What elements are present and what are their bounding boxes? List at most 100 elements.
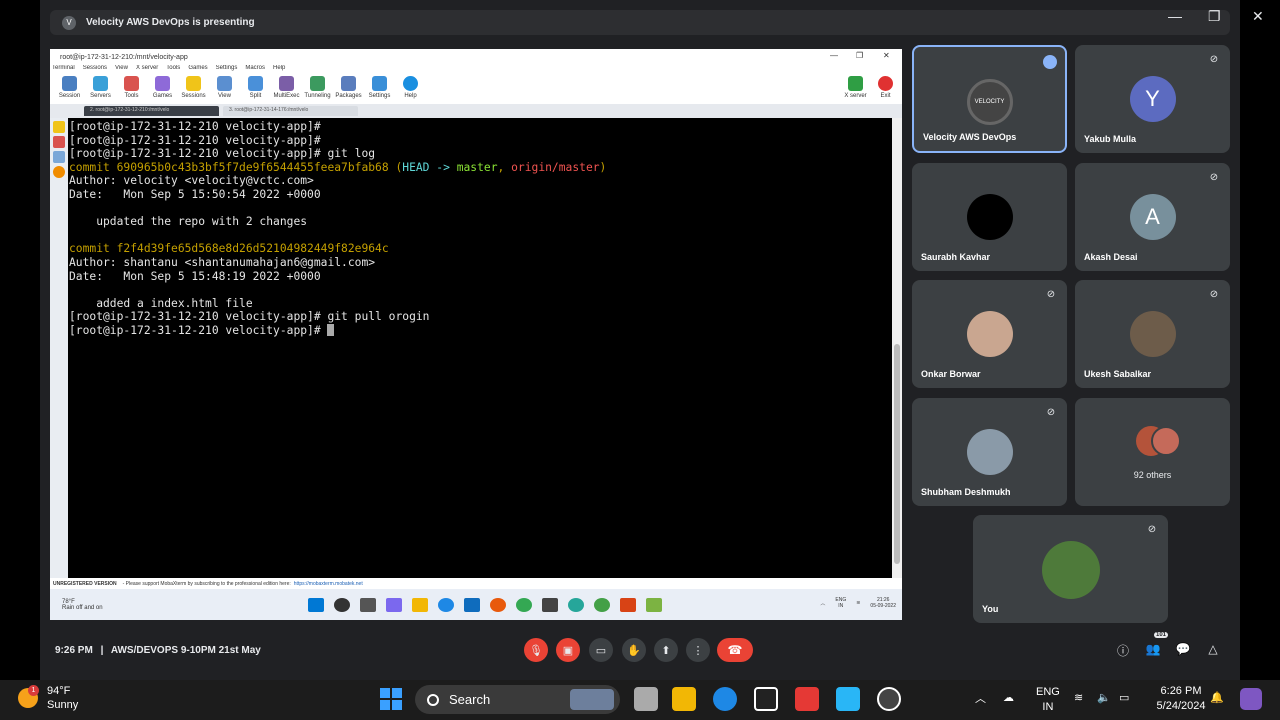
toolbar-multiexec[interactable]: MultiExec	[271, 74, 302, 104]
file-explorer-icon[interactable]	[672, 687, 696, 711]
chrome-icon[interactable]	[594, 597, 610, 612]
scrollbar-thumb[interactable]	[894, 344, 900, 564]
terminal-line: added a index.html file	[69, 296, 253, 310]
inner-language[interactable]: ENG IN	[835, 597, 846, 609]
send-icon[interactable]	[53, 151, 65, 163]
terminal-line: [root@ip-172-31-12-210 velocity-app]#	[69, 133, 321, 147]
weather-widget[interactable]: 1 94°F Sunny	[18, 684, 78, 712]
notepad-icon[interactable]	[836, 687, 860, 711]
edge-icon[interactable]	[713, 687, 737, 711]
captions-button[interactable]: ▭	[589, 638, 613, 662]
others-tile[interactable]: 92 others	[1075, 398, 1230, 506]
taskbar-search[interactable]: Search	[415, 685, 620, 714]
moba-close-icon[interactable]: ✕	[883, 51, 890, 60]
teams-icon[interactable]	[386, 597, 402, 612]
app-icon[interactable]	[646, 597, 662, 612]
participant-tile[interactable]: VELOCITY Velocity AWS DevOps	[912, 45, 1067, 153]
toolbar-sessions[interactable]: Sessions	[178, 74, 209, 104]
participant-tile[interactable]: ⊘ Ukesh Sabalkar	[1075, 280, 1230, 388]
people-button[interactable]: 👥	[1145, 642, 1161, 656]
participant-tile[interactable]: ⊘ Onkar Borwar	[912, 280, 1067, 388]
toolbar-servers[interactable]: Servers	[85, 74, 116, 104]
self-tile[interactable]: ⊘ You	[973, 515, 1168, 623]
participant-tile[interactable]: ⊘ Shubham Deshmukh	[912, 398, 1067, 506]
star-icon[interactable]	[53, 121, 65, 133]
end-call-button[interactable]: ☎	[717, 638, 753, 662]
wifi-icon[interactable]: ≋	[856, 600, 860, 606]
toolbar-xserver[interactable]: X server	[840, 74, 871, 99]
moba-maximize-icon[interactable]: ❐	[856, 51, 863, 60]
terminal-scrollbar[interactable]	[892, 118, 902, 578]
toolbar-exit[interactable]: Exit	[870, 74, 901, 99]
toolbar-tools[interactable]: Tools	[116, 74, 147, 104]
raise-hand-button[interactable]: ✋	[622, 638, 646, 662]
cloud-icon[interactable]: ☁	[1003, 691, 1014, 704]
menu-terminal[interactable]: Terminal	[52, 65, 75, 74]
info-button[interactable]: ⓘ	[1115, 642, 1131, 659]
toolbar-view[interactable]: View	[209, 74, 240, 104]
clock-time: 6:26 PM	[1160, 685, 1202, 697]
menu-games[interactable]: Games	[188, 65, 207, 74]
task-view-icon[interactable]	[360, 597, 376, 612]
battery-icon[interactable]: ▭	[1119, 691, 1129, 704]
firefox-icon[interactable]	[490, 597, 506, 612]
commit-hash: commit 690965b0c43b3bf5f7de9f6544455feea…	[69, 160, 389, 174]
toolbar-packages[interactable]: Packages	[333, 74, 364, 104]
camera-off-button[interactable]: ▣	[556, 638, 580, 662]
participant-tile[interactable]: Saurabh Kavhar	[912, 163, 1067, 271]
chevron-up-icon[interactable]: ︿	[820, 600, 825, 607]
wifi-icon[interactable]: ≋	[1074, 691, 1083, 704]
moba-minimize-icon[interactable]: —	[830, 51, 838, 60]
toolbar-games[interactable]: Games	[147, 74, 178, 104]
search-icon[interactable]	[334, 597, 350, 612]
present-button[interactable]: ⬆	[654, 638, 678, 662]
menu-settings[interactable]: Settings	[216, 65, 238, 74]
more-options-button[interactable]: ⋮	[686, 638, 710, 662]
menu-macros[interactable]: Macros	[245, 65, 265, 74]
chrome-icon[interactable]	[516, 597, 532, 612]
terminal-app-icon[interactable]	[754, 687, 778, 711]
minimize-icon[interactable]: —	[1168, 8, 1182, 24]
windows-start-icon[interactable]	[308, 597, 324, 612]
gear-icon	[372, 76, 387, 91]
task-view-icon[interactable]	[634, 687, 658, 711]
windows-start-icon[interactable]	[380, 688, 402, 710]
mic-off-button[interactable]: 🎙	[524, 638, 548, 662]
toolbar-tunneling[interactable]: Tunneling	[302, 74, 333, 104]
activities-button[interactable]: △	[1205, 642, 1221, 656]
macro-icon[interactable]	[53, 166, 65, 178]
menu-xserver[interactable]: X server	[136, 65, 158, 74]
mobaxterm-icon[interactable]	[542, 597, 558, 612]
menu-view[interactable]: View	[115, 65, 128, 74]
copilot-icon[interactable]	[1240, 688, 1262, 710]
store-icon[interactable]	[795, 687, 819, 711]
powerpoint-icon[interactable]	[620, 597, 636, 612]
menu-help[interactable]: Help	[273, 65, 285, 74]
toolbar-split[interactable]: Split	[240, 74, 271, 104]
taskbar-clock[interactable]: 6:26 PM 5/24/2024	[1150, 684, 1212, 714]
chat-button[interactable]: 💬	[1175, 642, 1191, 656]
participant-tile[interactable]: Y ⊘ Yakub Mulla	[1075, 45, 1230, 153]
participant-tile[interactable]: A ⊘ Akash Desai	[1075, 163, 1230, 271]
volume-icon[interactable]: 🔈	[1097, 691, 1111, 704]
tab-session-3[interactable]: 3. root@ip-172-31-14-176:/mnt/velo	[223, 106, 358, 116]
language-indicator[interactable]: ENG IN	[1036, 685, 1060, 715]
restore-icon[interactable]: ❐	[1208, 8, 1221, 25]
tab-session-2[interactable]: 2. root@ip-172-31-12-210:/mnt/velo	[84, 106, 219, 116]
toolbar-help[interactable]: Help	[395, 74, 426, 104]
notification-bell-icon[interactable]: 🔔	[1210, 691, 1224, 704]
toolbar-settings[interactable]: Settings	[364, 74, 395, 104]
folder-icon[interactable]	[412, 597, 428, 612]
close-icon[interactable]: ✕	[1252, 8, 1264, 25]
terminal-output[interactable]: [root@ip-172-31-12-210 velocity-app]# [ro…	[68, 118, 892, 578]
unregistered-link[interactable]: https://mobaxterm.mobatek.net	[294, 581, 363, 587]
edge-icon[interactable]	[438, 597, 454, 612]
store-icon[interactable]	[464, 597, 480, 612]
toolbar-session[interactable]: Session	[54, 74, 85, 104]
app-icon[interactable]	[568, 597, 584, 612]
chevron-up-icon[interactable]: ︿	[975, 690, 986, 706]
tools-icon[interactable]	[53, 136, 65, 148]
menu-tools[interactable]: Tools	[166, 65, 180, 74]
menu-sessions[interactable]: Sessions	[83, 65, 107, 74]
media-player-icon[interactable]	[877, 687, 901, 711]
